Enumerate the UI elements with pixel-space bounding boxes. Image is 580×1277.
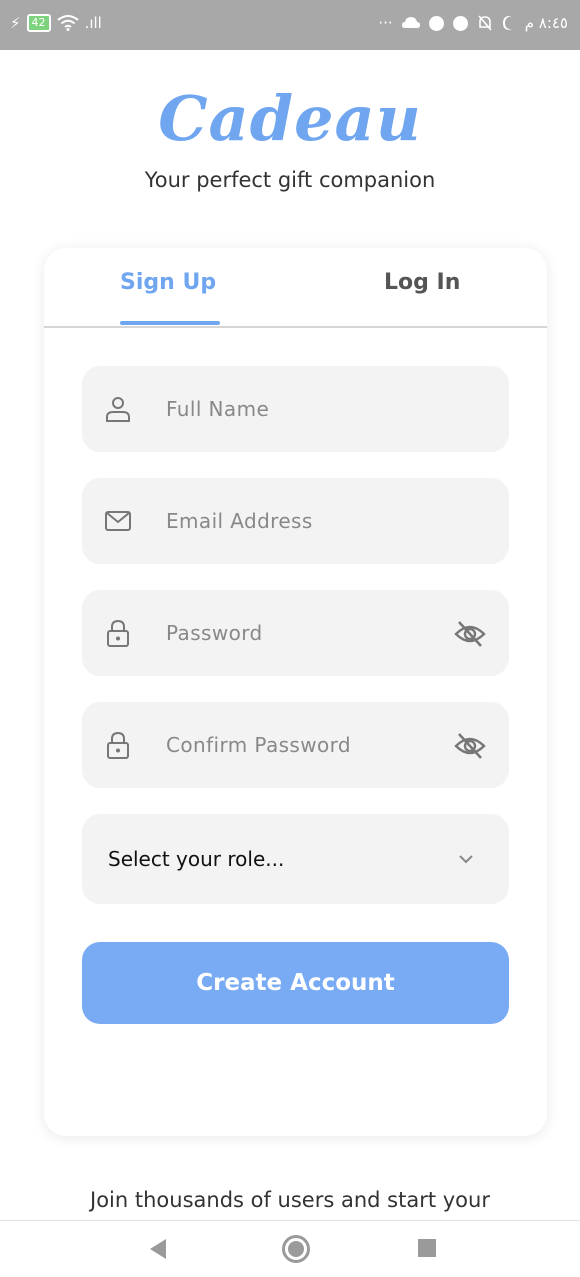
email-field[interactable]: Email Address bbox=[82, 478, 509, 564]
bell-off-icon bbox=[478, 15, 492, 31]
footer-text: Join thousands of users and start your bbox=[90, 1188, 490, 1212]
mail-icon bbox=[105, 511, 131, 531]
password-placeholder: Password bbox=[166, 621, 263, 645]
auth-tabs: Sign Up Log In bbox=[44, 248, 547, 328]
status-bar: ⚡ 42 .ıll ··· ٨:٤٥ م bbox=[0, 0, 580, 50]
tab-sign-up[interactable]: Sign Up bbox=[120, 270, 216, 295]
app-notification-icon bbox=[452, 15, 468, 31]
clock-time: ٨:٤٥ م bbox=[524, 14, 568, 32]
role-select-value: Select your role... bbox=[108, 847, 285, 871]
cloud-icon bbox=[401, 17, 420, 28]
auth-card: Sign Up Log In Full Name Email Address P… bbox=[44, 248, 547, 1136]
home-icon[interactable] bbox=[282, 1235, 310, 1263]
password-field[interactable]: Password bbox=[82, 590, 509, 676]
active-tab-indicator bbox=[120, 321, 220, 325]
tagline: Your perfect gift companion bbox=[144, 168, 436, 192]
battery-icon: 42 bbox=[26, 14, 51, 32]
back-icon[interactable] bbox=[150, 1239, 166, 1259]
moon-icon bbox=[502, 15, 512, 31]
lock-icon bbox=[107, 619, 129, 647]
user-icon bbox=[106, 397, 130, 422]
system-nav-bar bbox=[0, 1220, 580, 1277]
app-logo: Cadeau bbox=[158, 82, 422, 155]
email-placeholder: Email Address bbox=[166, 509, 313, 533]
status-right: ··· ٨:٤٥ م bbox=[378, 14, 568, 32]
confirm-password-placeholder: Confirm Password bbox=[166, 733, 352, 757]
status-left: ⚡ 42 .ıll bbox=[10, 14, 102, 32]
eye-off-icon[interactable] bbox=[453, 617, 487, 651]
wifi-icon bbox=[56, 15, 79, 31]
lock-icon bbox=[107, 731, 129, 759]
confirm-password-field[interactable]: Confirm Password bbox=[82, 702, 509, 788]
chevron-down-icon bbox=[459, 855, 473, 864]
full-name-placeholder: Full Name bbox=[166, 397, 270, 421]
tab-log-in[interactable]: Log In bbox=[384, 270, 460, 295]
role-select[interactable]: Select your role... bbox=[82, 814, 509, 904]
charging-icon: ⚡ bbox=[10, 14, 21, 32]
more-icon: ··· bbox=[378, 14, 393, 32]
create-account-button[interactable]: Create Account bbox=[82, 942, 509, 1024]
eye-off-icon[interactable] bbox=[453, 729, 487, 763]
signal-icon: .ıll bbox=[84, 14, 102, 32]
recent-apps-icon[interactable] bbox=[418, 1239, 436, 1257]
full-name-field[interactable]: Full Name bbox=[82, 366, 509, 452]
data-saver-icon bbox=[428, 15, 444, 31]
